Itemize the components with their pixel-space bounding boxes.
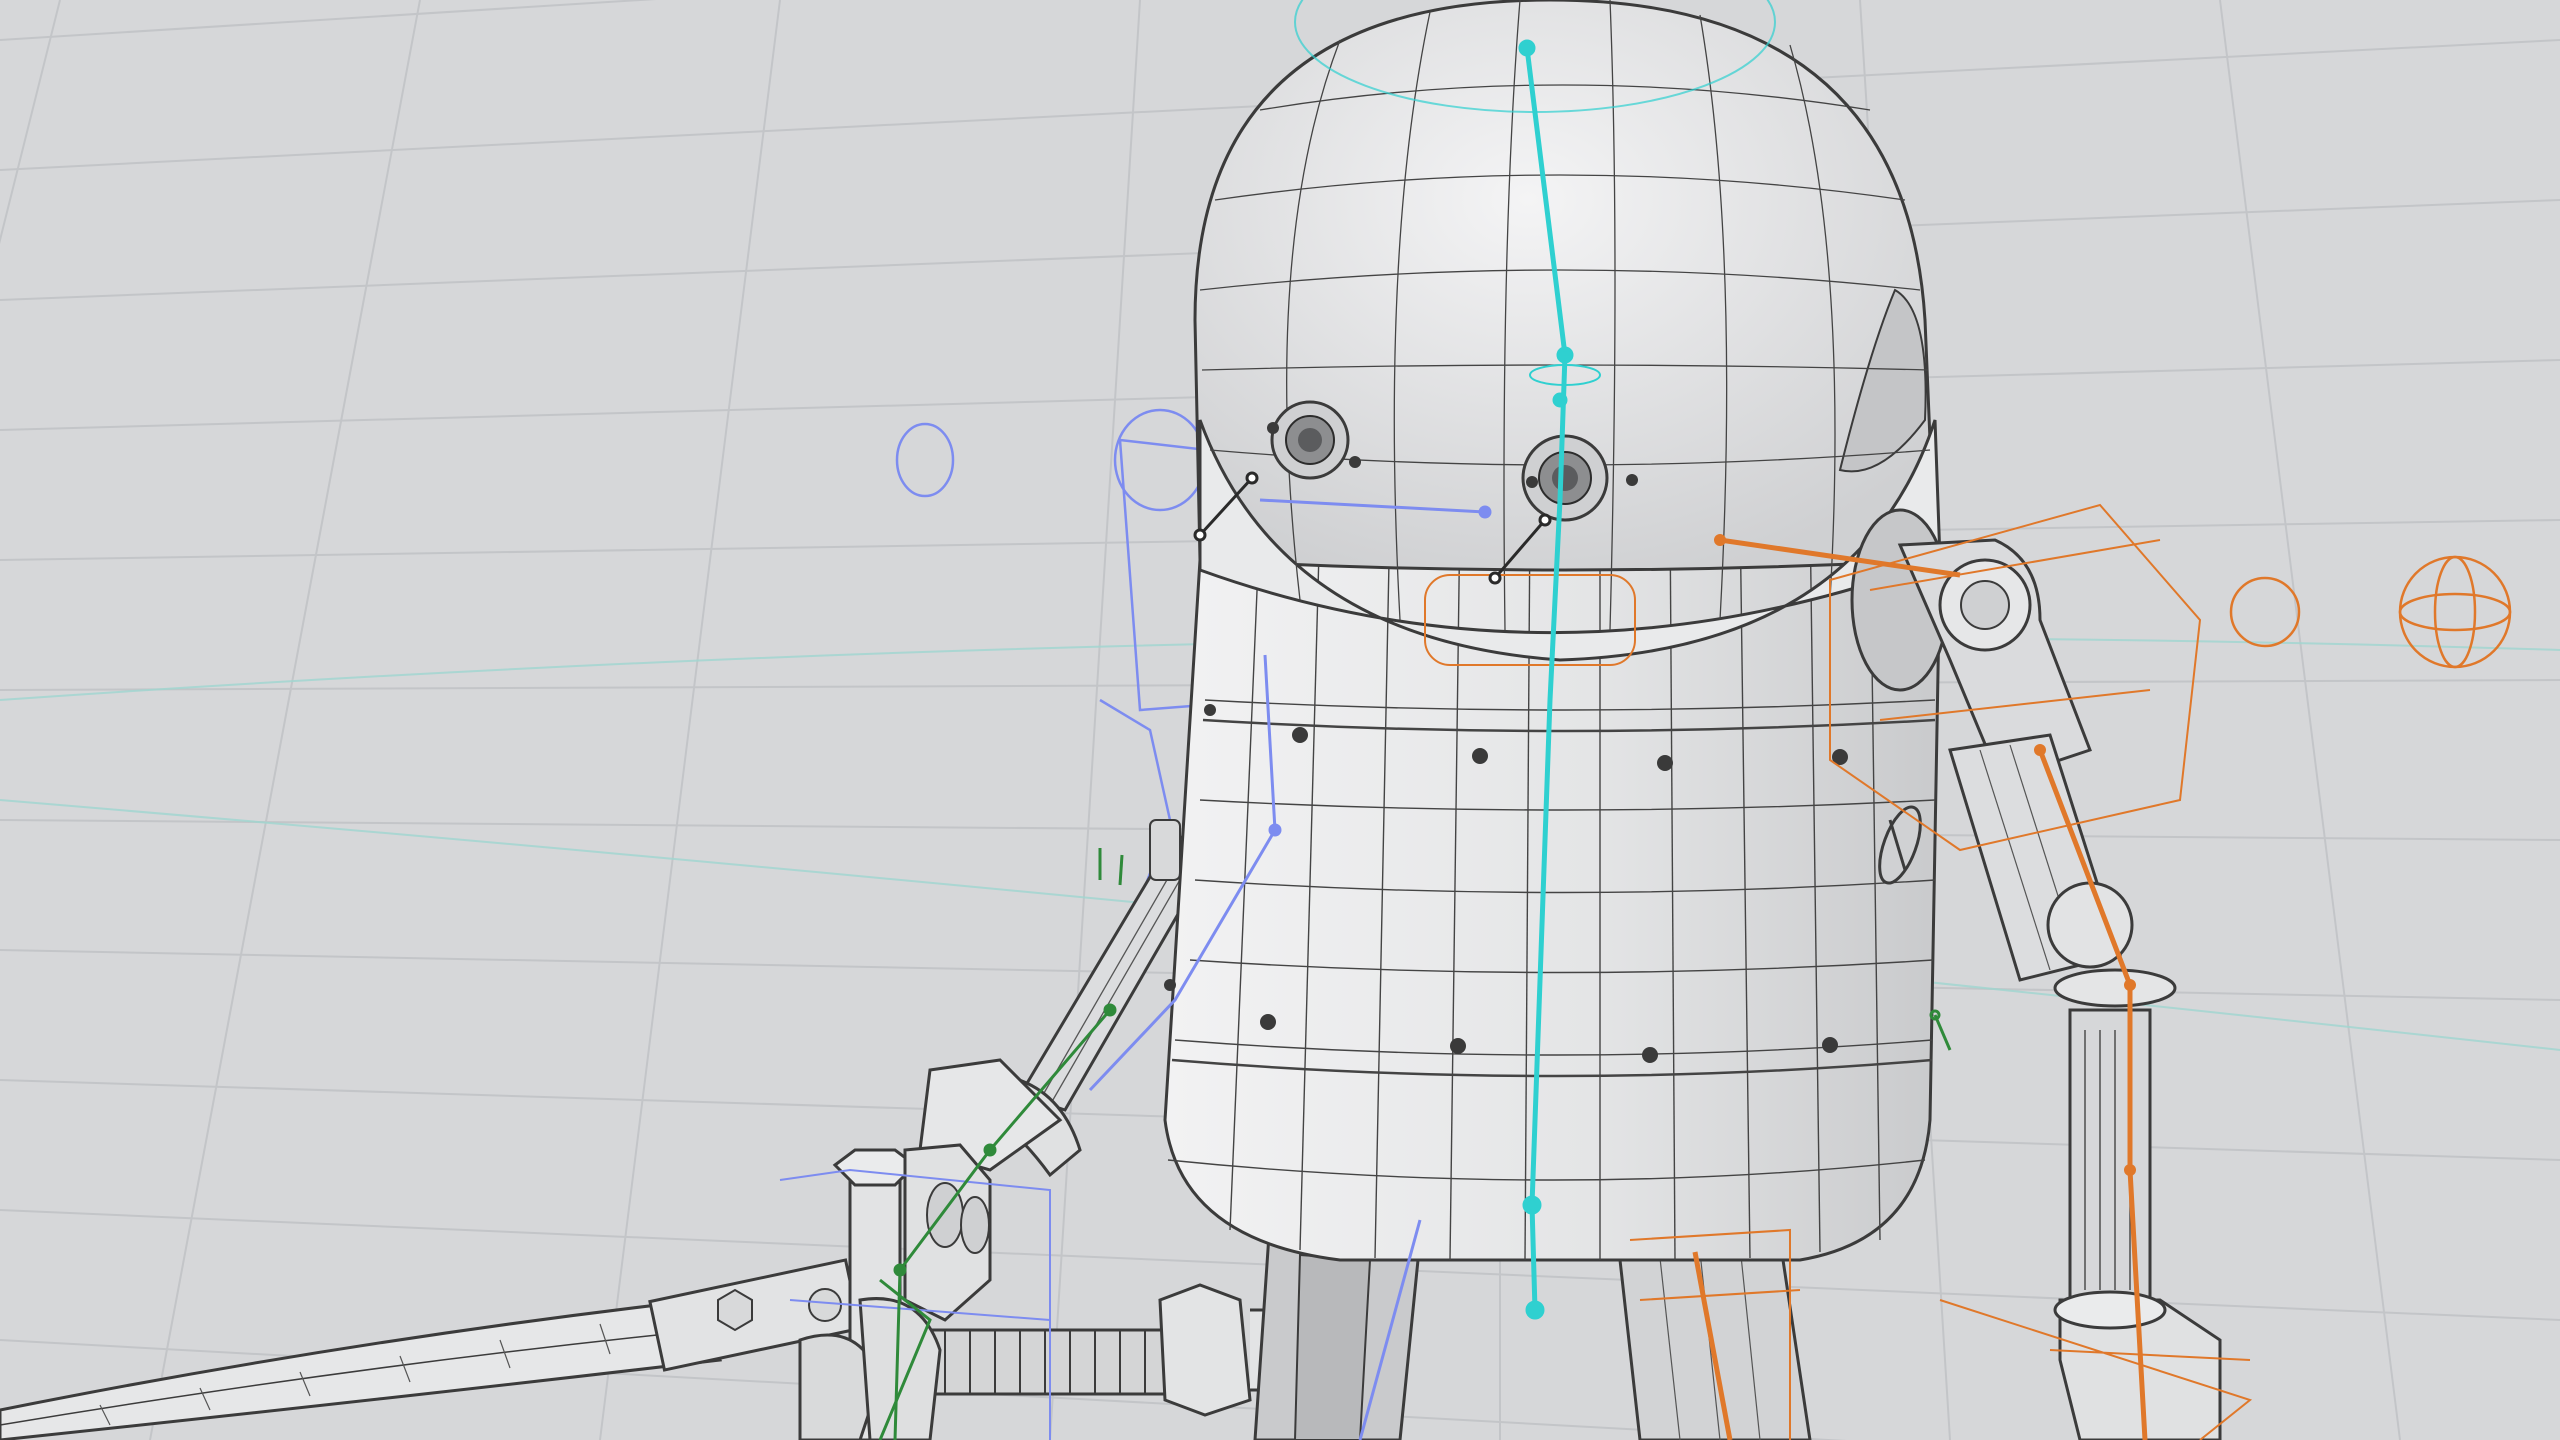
sword[interactable] (0, 1258, 862, 1440)
scene-canvas[interactable] (0, 0, 2560, 1440)
right-floating-controllers[interactable] (2229, 555, 2512, 669)
side-marker[interactable] (1929, 1009, 1952, 1051)
robot-head[interactable] (1193, 0, 1942, 662)
3d-viewport[interactable] (0, 0, 2560, 1440)
